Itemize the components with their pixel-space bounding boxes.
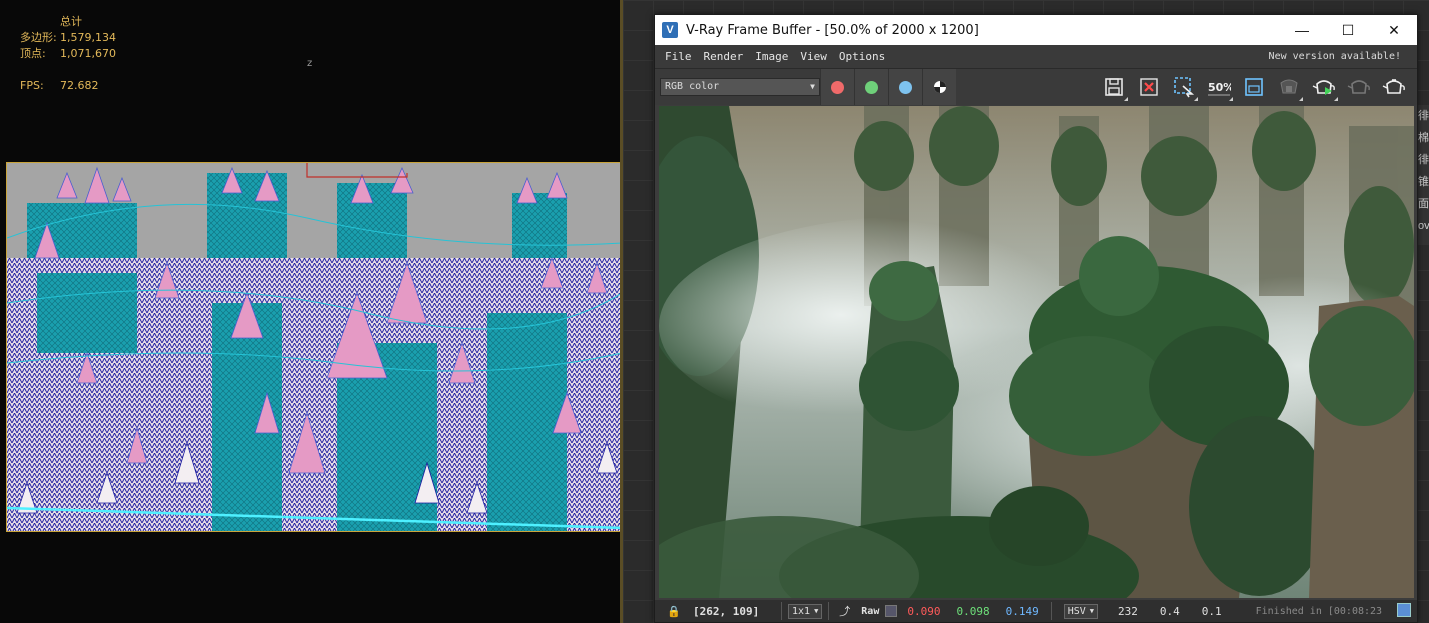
sample-size-value: 1x1: [792, 605, 811, 617]
lock-icon[interactable]: 🔒: [667, 605, 683, 618]
color-space-dropdown[interactable]: HSV ▼: [1063, 603, 1098, 619]
side-glyph: 面: [1418, 198, 1429, 210]
red-dot-icon: [831, 80, 844, 94]
saturation-value: 0.4: [1159, 604, 1180, 618]
side-glyph: 徘: [1418, 110, 1429, 122]
stats-title: 总计: [60, 15, 82, 28]
color-space-value: HSV: [1067, 605, 1086, 617]
chevron-down-icon: ▼: [814, 606, 819, 615]
sample-size-dropdown[interactable]: 1x1 ▼: [788, 603, 823, 619]
clear-image-icon: [1139, 78, 1158, 96]
vertices-value: 1,071,670: [60, 47, 116, 60]
blue-dot-icon: [899, 80, 912, 94]
vertices-label: 顶点:: [20, 47, 46, 60]
red-value: 0.090: [907, 604, 941, 618]
save-icon: [1104, 78, 1123, 96]
minimize-button[interactable]: —: [1279, 15, 1325, 45]
color-swatch: [885, 605, 898, 617]
green-value: 0.098: [956, 604, 990, 618]
window-title: V-Ray Frame Buffer - [50.0% of 2000 x 12…: [686, 22, 979, 38]
menu-view[interactable]: View: [800, 50, 827, 63]
color-curve-icon[interactable]: ⤴: [839, 603, 853, 619]
interactive-render-icon: [1347, 80, 1370, 94]
pixel-coordinates: [262, 109]: [693, 604, 760, 618]
channel-value: RGB color: [665, 81, 720, 92]
polygons-value: 1,579,134: [60, 31, 116, 44]
interactive-render-button[interactable]: [1341, 69, 1376, 105]
wireframe-geometry: [7, 163, 620, 531]
window-titlebar[interactable]: V V-Ray Frame Buffer - [50.0% of 2000 x …: [655, 15, 1417, 45]
value-value: 0.1: [1201, 604, 1222, 618]
hue-value: 232: [1118, 604, 1138, 618]
vray-icon: V: [662, 22, 678, 38]
rendered-image[interactable]: [659, 106, 1414, 598]
raw-label: Raw: [861, 605, 880, 617]
side-glyph: 徘: [1418, 154, 1429, 166]
alpha-icon: [933, 81, 946, 93]
vray-frame-buffer-window: V V-Ray Frame Buffer - [50.0% of 2000 x …: [654, 14, 1418, 623]
red-channel-button[interactable]: [820, 69, 854, 105]
rendered-landscape: [659, 106, 1414, 598]
region-render-button[interactable]: [1166, 69, 1201, 105]
channel-dropdown[interactable]: RGB color ▼: [660, 78, 820, 96]
blue-value: 0.149: [1005, 604, 1039, 618]
green-dot-icon: [865, 80, 878, 94]
new-version-link[interactable]: New version available!: [1269, 51, 1401, 62]
maximize-button[interactable]: ☐: [1325, 15, 1371, 45]
clear-image-button[interactable]: [1131, 69, 1166, 105]
side-glyph: 锥: [1418, 176, 1429, 188]
close-button[interactable]: ✕: [1371, 15, 1417, 45]
menu-options[interactable]: Options: [839, 50, 885, 63]
status-bar: 🔒 [262, 109] 1x1 ▼ ⤴ Raw 0.090 0.098 0.1…: [655, 600, 1417, 622]
render-button[interactable]: [1306, 69, 1341, 105]
chevron-down-icon: ▼: [810, 82, 815, 91]
menu-render[interactable]: Render: [704, 50, 744, 63]
render-time: Finished in [00:08:23: [1255, 605, 1382, 617]
history-icon[interactable]: [1397, 603, 1411, 617]
link-viewport-icon: [1244, 78, 1263, 96]
render-teapot-icon: [1312, 80, 1335, 95]
side-glyph: ov: [1418, 220, 1429, 232]
green-channel-button[interactable]: [854, 69, 888, 105]
zoom-50-icon: 50%: [1207, 81, 1231, 96]
blue-channel-button[interactable]: [888, 69, 922, 105]
menu-bar: File Render Image View Options New versi…: [655, 45, 1417, 69]
alpha-channel-button[interactable]: [922, 69, 956, 105]
stop-render-button[interactable]: [1271, 69, 1306, 105]
region-render-icon: [1173, 77, 1194, 98]
zoom-50-button[interactable]: 50%: [1201, 69, 1236, 105]
wireframe-scene[interactable]: [6, 162, 621, 532]
fps-label: FPS:: [20, 79, 44, 92]
axis-z-label: z: [307, 58, 313, 69]
vfb-toolbar: RGB color ▼ 50: [655, 69, 1417, 105]
viewport-statistics: 总计 多边形: 1,579,134 顶点: 1,071,670 FPS: 72.682: [20, 14, 116, 94]
stop-render-icon: [1279, 79, 1298, 94]
command-panel-glyphs: 徘 棉 徘 锥 面 ov: [1418, 105, 1429, 245]
render-last-icon: [1382, 79, 1405, 94]
save-image-button[interactable]: [1096, 69, 1131, 105]
render-last-button[interactable]: [1376, 69, 1411, 105]
menu-image[interactable]: Image: [755, 50, 788, 63]
link-viewport-button[interactable]: [1236, 69, 1271, 105]
zoom-label: 50%: [1208, 81, 1231, 94]
fps-value: 72.682: [60, 79, 99, 92]
max-viewport[interactable]: 总计 多边形: 1,579,134 顶点: 1,071,670 FPS: 72.682…: [0, 0, 623, 623]
side-glyph: 棉: [1418, 132, 1429, 144]
polygons-label: 多边形:: [20, 31, 57, 44]
menu-file[interactable]: File: [665, 50, 692, 63]
chevron-down-icon: ▼: [1089, 606, 1094, 615]
desktop: 总计 多边形: 1,579,134 顶点: 1,071,670 FPS: 72.682…: [0, 0, 1429, 623]
